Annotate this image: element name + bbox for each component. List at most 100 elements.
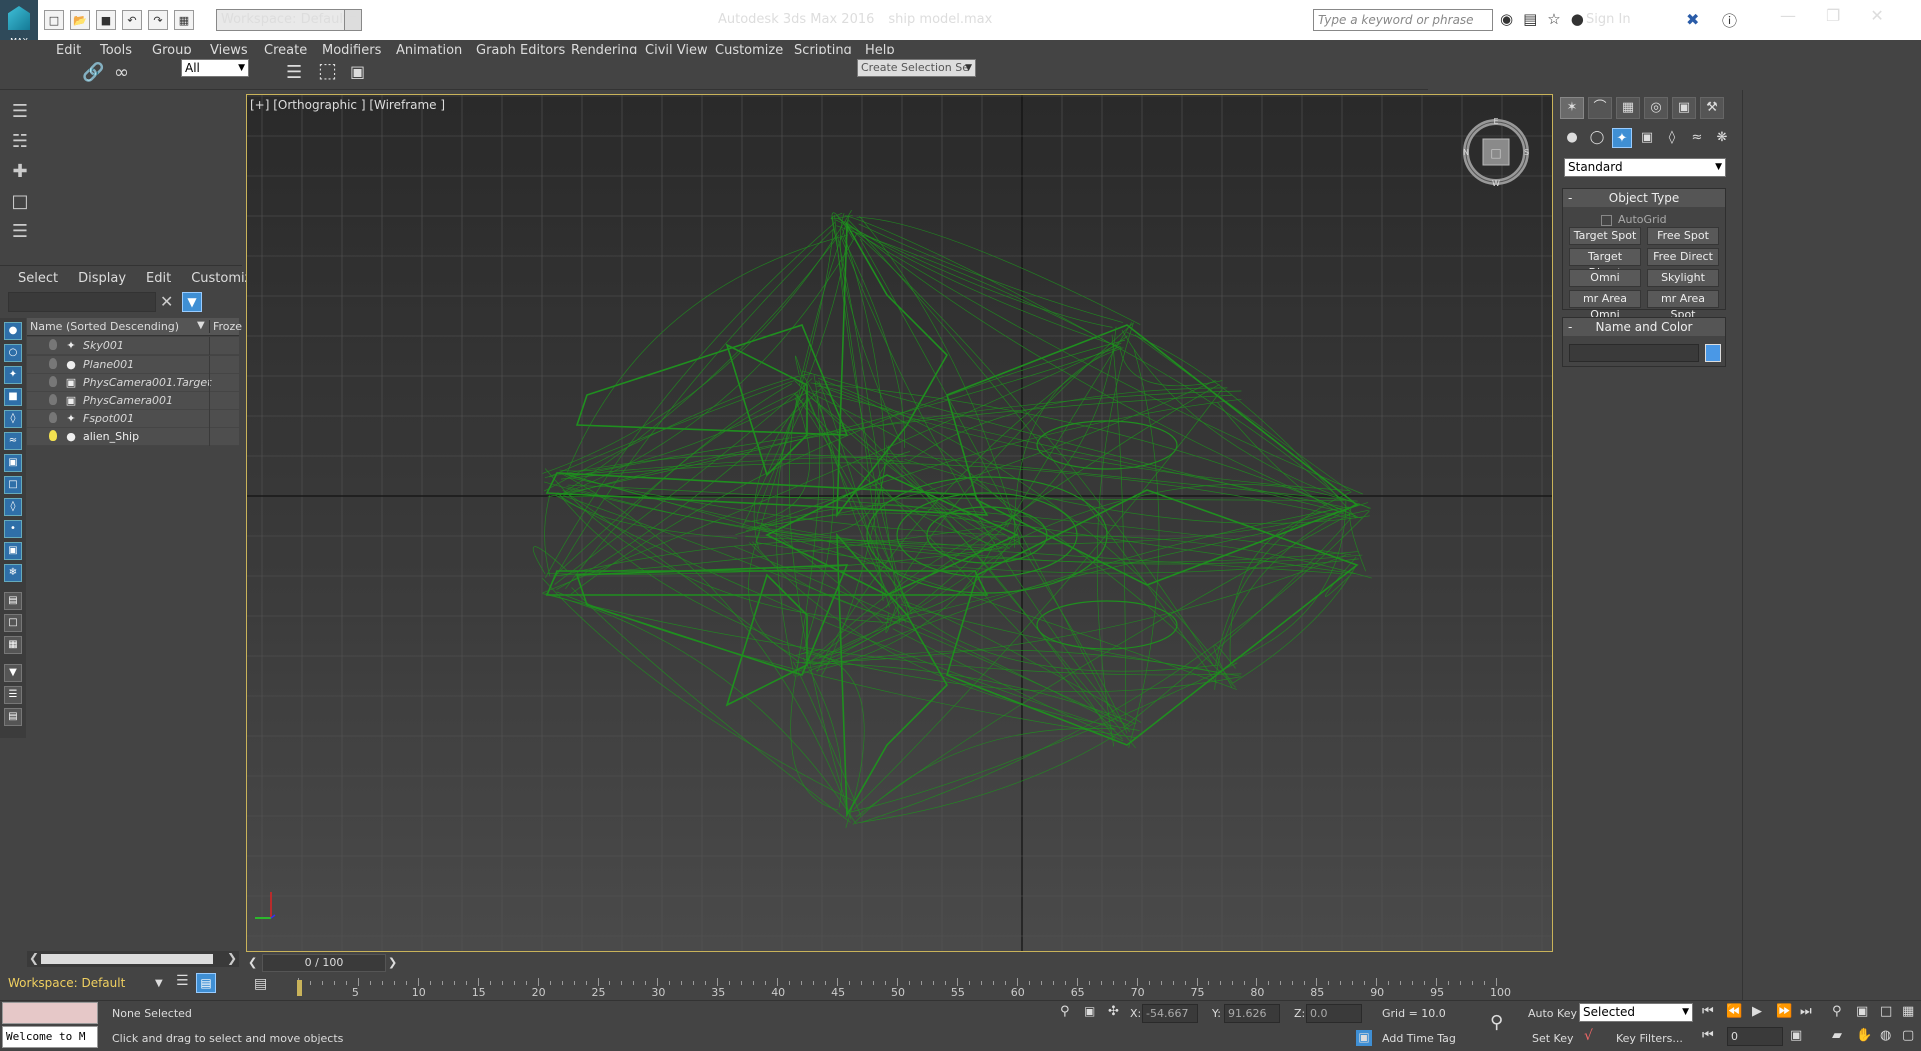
unlink-icon[interactable]: ∞ bbox=[114, 62, 129, 83]
communication-icon[interactable]: ▤ bbox=[1523, 10, 1537, 28]
display-geometry-icon[interactable]: ● bbox=[4, 322, 22, 340]
geometry-icon[interactable]: ● bbox=[1562, 128, 1582, 148]
hierarchy-tab-icon[interactable]: ▦ bbox=[1616, 97, 1640, 119]
time-tag-icon[interactable]: ▣ bbox=[1356, 1030, 1372, 1046]
selection-filter-dropdown[interactable]: All ▼ bbox=[181, 59, 249, 77]
free-spot-button[interactable]: Free Spot bbox=[1647, 227, 1719, 245]
list-item[interactable]: ▣ PhysCamera001 bbox=[27, 392, 239, 410]
viewport-orthographic[interactable] bbox=[246, 94, 1553, 952]
search-input[interactable]: Type a keyword or phrase bbox=[1313, 9, 1493, 31]
display-helpers-icon[interactable]: ◊ bbox=[4, 410, 22, 428]
new-file-icon[interactable]: □ bbox=[44, 10, 64, 30]
list-item[interactable]: ● Plane001 bbox=[27, 356, 239, 374]
sign-in-button[interactable]: Sign In bbox=[1586, 12, 1631, 27]
modify-tab-icon[interactable]: ⌒ bbox=[1588, 97, 1612, 119]
list-item[interactable]: ● alien_Ship bbox=[27, 428, 239, 446]
light-category-dropdown[interactable]: Standard ▼ bbox=[1564, 158, 1726, 177]
display-cameras-icon[interactable]: ■ bbox=[4, 388, 22, 406]
workspace-selector[interactable]: Workspace: Default bbox=[216, 9, 362, 31]
light-bulb-icon[interactable] bbox=[49, 358, 57, 369]
mr-area-spot-button[interactable]: mr Area Spot bbox=[1647, 290, 1719, 321]
go-to-end-icon[interactable]: ⏭ bbox=[1800, 1004, 1812, 1019]
target-direct-button[interactable]: Target Direct bbox=[1569, 248, 1641, 279]
open-file-icon[interactable]: 📂 bbox=[70, 10, 90, 30]
explorer-menu-select[interactable]: Select bbox=[18, 271, 58, 286]
chevron-left-icon[interactable]: ❮ bbox=[248, 956, 257, 969]
workspace-label[interactable]: Workspace: Default bbox=[8, 976, 125, 990]
current-frame-spinner[interactable]: 0 bbox=[1727, 1027, 1783, 1046]
filter-icon[interactable]: ▼ bbox=[182, 292, 202, 312]
zoom-extents-icon[interactable]: □ bbox=[1880, 1004, 1892, 1019]
star-icon[interactable]: ☆ bbox=[1547, 10, 1560, 28]
key-icon[interactable]: ⚲ bbox=[1490, 1012, 1503, 1033]
list-item[interactable]: ▣ PhysCamera001.Target bbox=[27, 374, 239, 392]
omni-button[interactable]: Omni bbox=[1569, 269, 1641, 287]
chevron-right-icon[interactable]: ❯ bbox=[227, 951, 237, 965]
time-slider-thumb[interactable]: 0 / 100 bbox=[262, 954, 386, 972]
layers-icon[interactable]: ☵ bbox=[8, 130, 32, 154]
column-name[interactable]: Name (Sorted Descending) bbox=[30, 320, 179, 333]
utilities-tab-icon[interactable]: ⚒ bbox=[1700, 97, 1724, 119]
display-groups-icon[interactable]: ▣ bbox=[4, 454, 22, 472]
name-and-color-header[interactable]: - Name and Color bbox=[1563, 318, 1725, 336]
maximize-viewport-icon[interactable]: ▢ bbox=[1902, 1028, 1914, 1043]
explorer-horizontal-scrollbar[interactable]: ❮ ❯ bbox=[27, 951, 239, 967]
go-to-start-icon[interactable]: ⏮ bbox=[1702, 1004, 1714, 1019]
field-of-view-icon[interactable]: ▰ bbox=[1832, 1028, 1842, 1043]
zoom-extents-all-icon[interactable]: ▦ bbox=[1902, 1004, 1914, 1019]
space-warps-icon[interactable]: ≈ bbox=[1687, 128, 1707, 148]
target-spot-button[interactable]: Target Spot bbox=[1569, 227, 1641, 245]
mr-area-omni-button[interactable]: mr Area Omni bbox=[1569, 290, 1641, 321]
curve-icon[interactable]: √ bbox=[1584, 1028, 1593, 1044]
x-coordinate[interactable]: -54.667 bbox=[1142, 1004, 1198, 1023]
sort-by-hierarchy-icon[interactable]: ▤ bbox=[196, 973, 216, 993]
autogrid-checkbox[interactable]: AutoGrid bbox=[1601, 213, 1667, 226]
display-frozen-icon[interactable]: ❄ bbox=[4, 564, 22, 582]
maxscript-listener-input[interactable] bbox=[2, 1002, 98, 1024]
object-color-swatch[interactable] bbox=[1705, 344, 1721, 362]
scrollbar-thumb[interactable] bbox=[41, 954, 213, 964]
previous-frame-icon[interactable]: ⏪ bbox=[1726, 1004, 1742, 1019]
z-coordinate[interactable]: 0.0 bbox=[1306, 1004, 1362, 1023]
display-lights-icon[interactable]: ✦ bbox=[4, 366, 22, 384]
play-icon[interactable]: ▶ bbox=[1752, 1004, 1762, 1019]
explorer-find-input[interactable] bbox=[8, 292, 156, 312]
light-bulb-icon[interactable] bbox=[49, 430, 57, 441]
light-bulb-icon[interactable] bbox=[49, 376, 57, 387]
set-key-button[interactable]: Set Key bbox=[1532, 1032, 1574, 1045]
help-icon[interactable]: ⓘ bbox=[1722, 10, 1737, 31]
project-folder-icon[interactable]: ▦ bbox=[174, 10, 194, 30]
rectangular-selection-icon[interactable]: ⬚ bbox=[318, 58, 337, 82]
shapes-icon[interactable]: ◯ bbox=[1587, 128, 1607, 148]
explorer-column-header[interactable]: Name (Sorted Descending) ▼ Froze bbox=[27, 318, 242, 336]
viewcube[interactable]: □ E W N S bbox=[1460, 116, 1532, 188]
layers-toggle-icon[interactable]: ☰ bbox=[176, 973, 189, 989]
isolate-icon[interactable]: ⚲ bbox=[1060, 1004, 1070, 1019]
link-icon[interactable]: 🔗 bbox=[82, 62, 104, 83]
chevron-left-icon[interactable]: ❮ bbox=[29, 951, 39, 965]
track-bar-menu-icon[interactable]: ▤ bbox=[254, 976, 267, 992]
redo-icon[interactable]: ↷ bbox=[148, 10, 168, 30]
display-xrefs-icon[interactable]: □ bbox=[4, 476, 22, 494]
object-name-input[interactable] bbox=[1569, 344, 1699, 362]
cameras-icon[interactable]: ▣ bbox=[1637, 128, 1657, 148]
user-icon[interactable]: ● bbox=[1571, 10, 1584, 28]
viewport-canvas[interactable] bbox=[247, 95, 1553, 952]
save-file-icon[interactable]: ■ bbox=[96, 10, 116, 30]
list-item[interactable]: ✦ Fspot001 bbox=[27, 410, 239, 428]
display-all-icon[interactable]: ▤ bbox=[4, 592, 22, 610]
display-bones-icon[interactable]: ◊ bbox=[4, 498, 22, 516]
pan-icon[interactable]: ✋ bbox=[1856, 1028, 1872, 1043]
add-icon[interactable]: ✚ bbox=[8, 160, 32, 184]
helpers-icon[interactable]: ◊ bbox=[1662, 128, 1682, 148]
light-bulb-icon[interactable] bbox=[49, 394, 57, 405]
column-frozen[interactable]: Froze bbox=[209, 320, 242, 333]
motion-tab-icon[interactable]: ◎ bbox=[1644, 97, 1668, 119]
chevron-down-icon[interactable]: ▼ bbox=[155, 978, 163, 989]
key-mode-toggle-icon[interactable]: ⏮ bbox=[1702, 1028, 1714, 1043]
explorer-menu-edit[interactable]: Edit bbox=[146, 271, 171, 286]
auto-key-button[interactable]: Auto Key bbox=[1528, 1007, 1577, 1020]
transform-mode-icon[interactable]: ✣ bbox=[1108, 1004, 1119, 1019]
display-particles-icon[interactable]: • bbox=[4, 520, 22, 538]
display-containers-icon[interactable]: ▣ bbox=[4, 542, 22, 560]
